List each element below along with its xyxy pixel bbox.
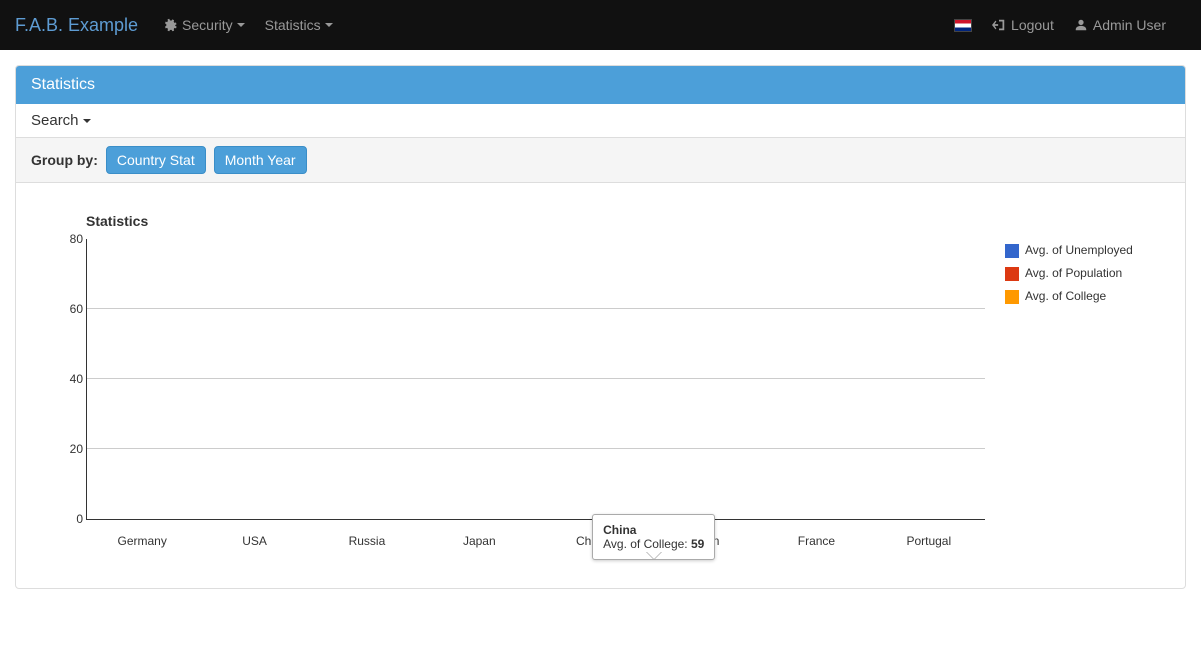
nav-user-label: Admin User (1093, 17, 1166, 33)
nav-security[interactable]: Security (163, 17, 245, 33)
x-label: France (760, 534, 872, 548)
group-by-label: Group by: (31, 152, 98, 168)
panel-title: Statistics (16, 66, 1185, 104)
legend-label: Avg. of College (1025, 289, 1106, 303)
y-tick: 20 (55, 442, 83, 456)
tooltip: ChinaAvg. of College: 59 (592, 514, 715, 560)
x-label: Germany (86, 534, 198, 548)
x-label: Japan (423, 534, 535, 548)
gears-icon (163, 18, 177, 32)
legend-label: Avg. of Unemployed (1025, 243, 1133, 257)
y-tick: 40 (55, 372, 83, 386)
nav-logout-label: Logout (1011, 17, 1054, 33)
legend: Avg. of Unemployed Avg. of Population Av… (985, 243, 1155, 548)
flag-icon (954, 19, 972, 32)
btn-month-year[interactable]: Month Year (214, 146, 307, 174)
legend-item[interactable]: Avg. of College (1005, 289, 1155, 304)
btn-country-stat[interactable]: Country Stat (106, 146, 206, 174)
legend-label: Avg. of Population (1025, 266, 1122, 280)
y-tick: 80 (55, 232, 83, 246)
chart-title: Statistics (86, 213, 985, 229)
legend-swatch (1005, 267, 1019, 281)
x-label: Portugal (873, 534, 985, 548)
gridline (87, 378, 985, 379)
nav-security-label: Security (182, 17, 233, 33)
x-axis: GermanyUSARussiaJapanChinaSpainFrancePor… (86, 534, 985, 548)
legend-swatch (1005, 290, 1019, 304)
caret-icon (83, 119, 91, 123)
legend-item[interactable]: Avg. of Unemployed (1005, 243, 1155, 258)
legend-item[interactable]: Avg. of Population (1005, 266, 1155, 281)
group-by-row: Group by: Country Stat Month Year (16, 138, 1185, 183)
nav-user[interactable]: Admin User (1074, 17, 1166, 33)
search-label: Search (31, 112, 79, 129)
gridline (87, 448, 985, 449)
brand[interactable]: F.A.B. Example (15, 15, 138, 36)
y-tick: 60 (55, 302, 83, 316)
stats-panel: Statistics Search Group by: Country Stat… (15, 65, 1186, 589)
x-label: USA (198, 534, 310, 548)
nav-statistics[interactable]: Statistics (265, 17, 333, 33)
navbar: F.A.B. Example Security Statistics Logou… (0, 0, 1201, 50)
plot-area: 020406080ChinaAvg. of College: 59 (86, 239, 985, 520)
caret-icon (325, 23, 333, 27)
gridline (87, 308, 985, 309)
y-tick: 0 (55, 512, 83, 526)
nav-statistics-label: Statistics (265, 17, 321, 33)
user-icon (1074, 18, 1088, 32)
nav-logout[interactable]: Logout (992, 17, 1054, 33)
nav-lang[interactable] (954, 19, 972, 32)
logout-icon (992, 18, 1006, 32)
chart: Statistics 020406080ChinaAvg. of College… (16, 183, 1185, 588)
legend-swatch (1005, 244, 1019, 258)
caret-icon (237, 23, 245, 27)
x-label: Russia (311, 534, 423, 548)
search-toggle[interactable]: Search (16, 104, 1185, 138)
